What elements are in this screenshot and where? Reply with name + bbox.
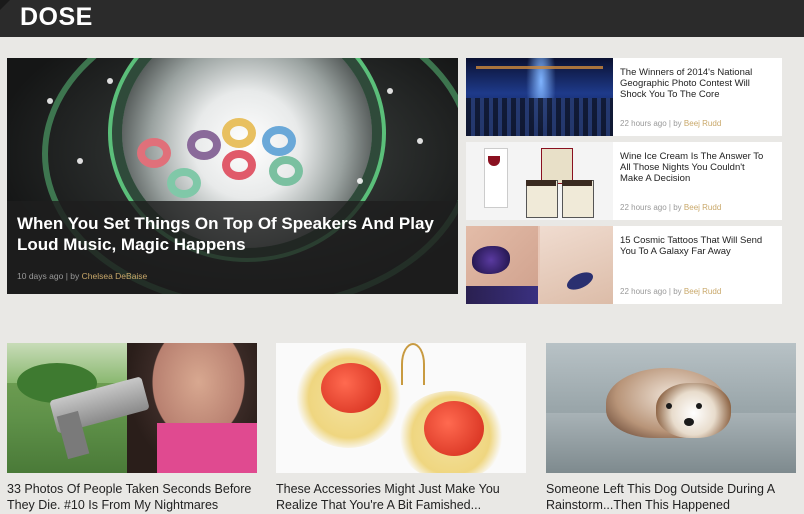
side-thumb-tattoos <box>466 226 613 304</box>
splash-dot <box>387 88 393 94</box>
bottom-article-2[interactable]: These Accessories Might Just Make You Re… <box>276 343 526 514</box>
side-thumb-ice-cream <box>466 142 613 220</box>
splash-dot <box>47 98 53 104</box>
bottom-title[interactable]: Someone Left This Dog Outside During A R… <box>546 481 796 513</box>
bottom-title[interactable]: 33 Photos Of People Taken Seconds Before… <box>7 481 257 513</box>
bottom-image-wet-dog <box>546 343 796 473</box>
bottom-image-spaghetti-earrings <box>276 343 526 473</box>
site-header: DOSE <box>0 0 804 37</box>
byline-separator: | by <box>666 287 684 296</box>
hero-author-link[interactable]: Chelsea DeBaise <box>82 271 148 281</box>
side-article-3[interactable]: 15 Cosmic Tattoos That Will Send You To … <box>466 226 782 304</box>
splash-dot <box>77 158 83 164</box>
byline-separator: | by <box>63 271 82 281</box>
side-byline: 22 hours ago | by Beej Rudd <box>620 119 721 128</box>
cereal-loop <box>262 126 296 156</box>
side-time: 22 hours ago <box>620 119 667 128</box>
cereal-loop <box>167 168 201 198</box>
side-title[interactable]: The Winners of 2014's National Geographi… <box>620 67 770 100</box>
splash-dot <box>417 138 423 144</box>
side-time: 22 hours ago <box>620 287 667 296</box>
bottom-image-water-gun <box>7 343 257 473</box>
side-article-2[interactable]: Wine Ice Cream Is The Answer To All Thos… <box>466 142 782 220</box>
cereal-loop <box>222 150 256 180</box>
byline-separator: | by <box>666 203 684 212</box>
hero-title[interactable]: When You Set Things On Top Of Speakers A… <box>17 213 437 255</box>
side-article-1[interactable]: The Winners of 2014's National Geographi… <box>466 58 782 136</box>
side-byline: 22 hours ago | by Beej Rudd <box>620 287 721 296</box>
side-time: 22 hours ago <box>620 203 667 212</box>
side-title[interactable]: 15 Cosmic Tattoos That Will Send You To … <box>620 235 770 257</box>
hero-byline: 10 days ago | by Chelsea DeBaise <box>17 271 147 281</box>
side-author-link[interactable]: Beej Rudd <box>684 287 721 296</box>
splash-dot <box>107 78 113 84</box>
bottom-title[interactable]: These Accessories Might Just Make You Re… <box>276 481 526 513</box>
cereal-loop <box>187 130 221 160</box>
side-author-link[interactable]: Beej Rudd <box>684 203 721 212</box>
splash-dot <box>357 178 363 184</box>
side-thumb-concert <box>466 58 613 136</box>
side-title[interactable]: Wine Ice Cream Is The Answer To All Thos… <box>620 151 770 184</box>
bottom-article-3[interactable]: Someone Left This Dog Outside During A R… <box>546 343 796 514</box>
byline-separator: | by <box>666 119 684 128</box>
side-author-link[interactable]: Beej Rudd <box>684 119 721 128</box>
side-byline: 22 hours ago | by Beej Rudd <box>620 203 721 212</box>
cereal-loop <box>222 118 256 148</box>
hero-article[interactable]: When You Set Things On Top Of Speakers A… <box>7 58 458 294</box>
hero-time: 10 days ago <box>17 271 64 281</box>
bottom-article-1[interactable]: 33 Photos Of People Taken Seconds Before… <box>7 343 257 514</box>
cereal-loop <box>269 156 303 186</box>
cereal-loop <box>137 138 171 168</box>
hero-caption: When You Set Things On Top Of Speakers A… <box>7 201 458 294</box>
site-logo[interactable]: DOSE <box>20 3 93 32</box>
logo-notch-decoration <box>0 0 10 10</box>
